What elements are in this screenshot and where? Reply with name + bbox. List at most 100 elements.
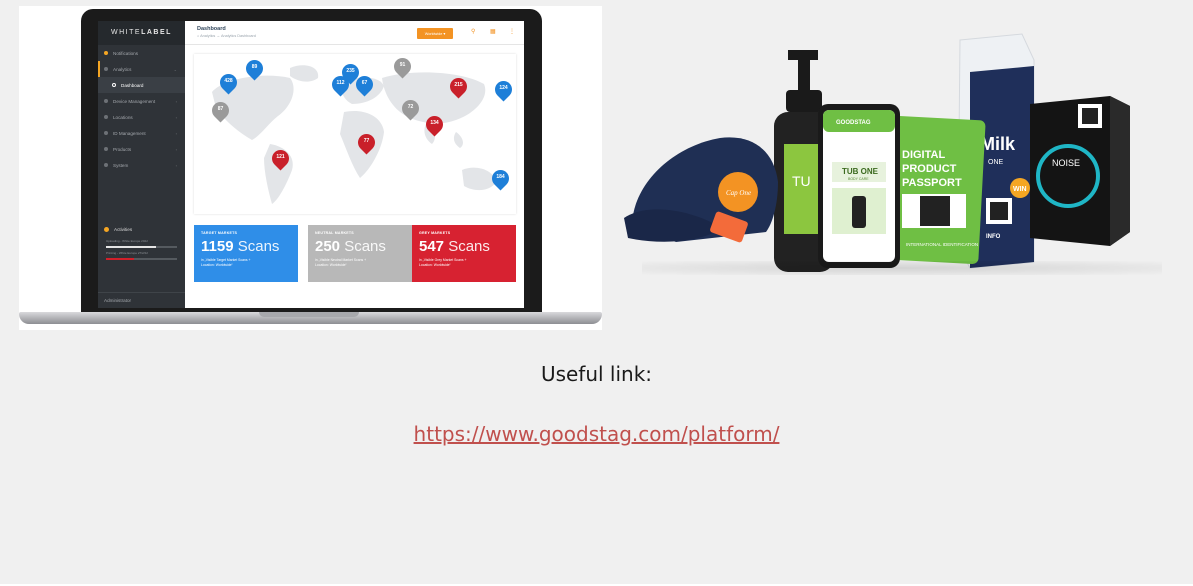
map-pin[interactable]: 72 <box>398 96 423 122</box>
chevron-icon: › <box>175 98 177 104</box>
stat-label: NEUTRAL MARKETS <box>315 231 354 235</box>
baseball-cap: Cap One <box>624 137 778 243</box>
nav-id-management[interactable]: ID Management › <box>98 125 185 141</box>
stat-value: 547 Scans <box>419 238 490 255</box>
chevron-icon: › <box>175 130 177 136</box>
stat-label: GREY MARKETS <box>419 231 451 235</box>
map-pin[interactable]: 67 <box>352 72 377 98</box>
map-pin-value: 112 <box>336 80 345 86</box>
neutral-markets-card[interactable]: NEUTRAL MARKETS 250 Scans in „Visible Ne… <box>308 225 412 282</box>
chevron-icon: › <box>175 162 177 168</box>
stat-value: 1159 Scans <box>201 238 280 255</box>
dashboard-icon <box>112 83 116 87</box>
activity-progress <box>106 258 177 260</box>
target-markets-card[interactable]: TARGET MARKETS 1159 Scans in „Visible Ta… <box>194 225 298 282</box>
page-frame: WHITELABEL Notifications Analytics ⌄ Dash… <box>0 0 1193 586</box>
dashboard-screen: WHITELABEL Notifications Analytics ⌄ Dash… <box>98 21 524 308</box>
nav-system[interactable]: System › <box>98 157 185 173</box>
cap-tag: Cap One <box>726 189 751 197</box>
map-pin-value: 134 <box>430 120 439 126</box>
map-pin-value: 72 <box>407 104 414 110</box>
topbar: Dashboard ⌂ Analytics → Analytics Dashbo… <box>185 21 524 45</box>
milk-badge: WIN <box>1013 186 1027 193</box>
stat-description: in „Visible Target Market Scans + Locatio… <box>201 258 251 267</box>
map-pin-value: 67 <box>361 80 368 86</box>
worldwide-dropdown[interactable]: Worldwide ▾ <box>417 28 453 39</box>
nav-locations[interactable]: Locations › <box>98 109 185 125</box>
phone-title: TUB ONE <box>842 167 879 176</box>
more-icon[interactable]: ⋮ <box>509 28 515 35</box>
breadcrumb[interactable]: ⌂ Analytics → Analytics Dashboard <box>197 34 256 38</box>
chevron-icon: › <box>175 146 177 152</box>
chevron-icon: ⌄ <box>173 66 177 72</box>
map-pin[interactable]: 121 <box>268 146 293 172</box>
nav-dashboard[interactable]: Dashboard <box>98 77 185 93</box>
analytics-icon <box>104 67 108 71</box>
headphone-box: NOISE <box>1030 96 1130 246</box>
nav-analytics[interactable]: Analytics ⌄ <box>98 61 185 77</box>
map-pin-value: 184 <box>496 174 505 180</box>
stat-label: TARGET MARKETS <box>201 231 238 235</box>
gear-icon <box>104 163 108 167</box>
activities-title: Activities <box>98 221 185 238</box>
grid-icon[interactable]: ▦ <box>490 28 496 35</box>
device-icon <box>104 99 108 103</box>
milk-info: INFO <box>986 234 1001 240</box>
stat-description: in „Visible Neutral Market Scans + Locati… <box>315 258 367 267</box>
world-map-card: 89 428 87 235 112 67 91 215 124 72 134 77 121 184 <box>194 54 516 214</box>
map-pin-value: 428 <box>224 78 233 84</box>
admin-user[interactable]: Administrator <box>98 292 185 308</box>
nav-device-management[interactable]: Device Management › <box>98 93 185 109</box>
grey-markets-card[interactable]: GREY MARKETS 547 Scans in „Visible Grey … <box>412 225 516 282</box>
laptop-image: WHITELABEL Notifications Analytics ⌄ Dash… <box>19 6 602 330</box>
map-pin[interactable]: 184 <box>488 166 513 192</box>
search-icon[interactable]: ⚲ <box>471 28 475 35</box>
box-icon <box>104 147 108 151</box>
phone-brand: GOODSTAG <box>836 120 871 126</box>
map-pin-value: 124 <box>499 85 508 91</box>
stat-value: 250 Scans <box>315 238 386 255</box>
milk-sub: ONE <box>988 159 1004 166</box>
nav-notifications[interactable]: Notifications <box>98 45 185 61</box>
box-label: NOISE <box>1052 158 1080 168</box>
map-pin[interactable]: 134 <box>422 112 447 138</box>
laptop-base <box>19 312 602 324</box>
caption-text: Useful link: <box>540 362 653 386</box>
passport-line: PRODUCT <box>902 163 957 175</box>
map-pin-value: 215 <box>454 82 463 88</box>
bell-icon <box>104 51 108 55</box>
smartphone: GOODSTAG TUB ONE BODY CARE <box>818 104 900 268</box>
chevron-icon: › <box>175 114 177 120</box>
map-pin[interactable]: 87 <box>208 98 233 124</box>
passport-footer: INTERNATIONAL IDENTIFICATION <box>906 242 978 247</box>
activity-progress <box>106 246 177 248</box>
map-pin[interactable]: 112 <box>328 72 353 98</box>
map-pin[interactable]: 215 <box>446 74 471 100</box>
activity-label: Uploading - White Europe 2022 <box>106 239 148 243</box>
platform-link[interactable]: https://www.goodstag.com/platform/ <box>0 422 1193 446</box>
map-pin[interactable]: 77 <box>354 130 379 156</box>
passport-line: DIGITAL <box>902 149 945 161</box>
page-title: Dashboard <box>197 26 226 32</box>
map-pin[interactable]: 91 <box>390 54 415 80</box>
map-pin[interactable]: 428 <box>216 70 241 96</box>
map-pin-value: 77 <box>363 138 370 144</box>
activity-label: Printing - White Europe 27/2/22 <box>106 251 148 255</box>
activities-panel: Activities Uploading - White Europe 2022… <box>98 221 185 262</box>
bottle-label: TU <box>792 173 811 189</box>
product-collage: Milk ONE WIN INFO NOISE DIGITAL PRODUCT … <box>624 33 1130 272</box>
passport-card: DIGITAL PRODUCT PASSPORT INTERNATIONAL I… <box>886 115 986 265</box>
sidebar: WHITELABEL Notifications Analytics ⌄ Dash… <box>98 21 185 308</box>
location-icon <box>104 115 108 119</box>
stat-description: in „Visible Grey Market Scans + Location:… <box>419 258 467 267</box>
map-pin-value: 121 <box>276 154 285 160</box>
passport-line: PASSPORT <box>902 177 962 189</box>
id-icon <box>104 131 108 135</box>
brand-logo: WHITELABEL <box>98 21 185 45</box>
map-pin[interactable]: 89 <box>242 56 267 82</box>
map-pin-value: 91 <box>399 62 406 68</box>
map-pin[interactable]: 124 <box>491 77 516 103</box>
milk-label: Milk <box>980 134 1016 154</box>
nav-products[interactable]: Products › <box>98 141 185 157</box>
map-pin-value: 235 <box>346 68 355 74</box>
